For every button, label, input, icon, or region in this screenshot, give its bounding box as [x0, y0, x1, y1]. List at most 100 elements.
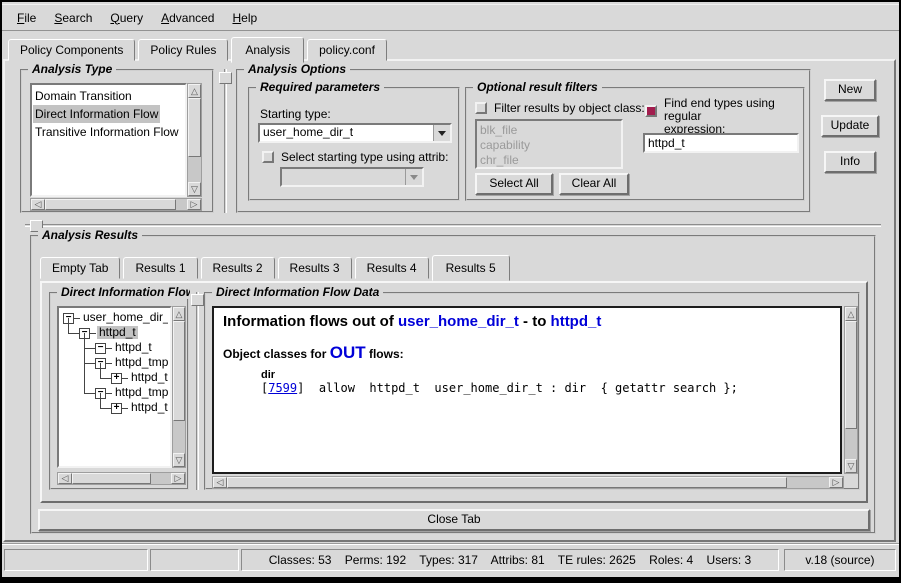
- scrollbar-trough[interactable]: [188, 98, 201, 182]
- menu-item-advanced[interactable]: Advanced: [152, 9, 223, 27]
- tree-node-httpd-t[interactable]: httpd_t: [113, 341, 154, 354]
- analysis-type-item-domain-transition[interactable]: Domain Transition: [33, 87, 134, 105]
- object-class-item-chr-file: chr_file: [478, 153, 521, 168]
- analysis-type-listbox[interactable]: Domain TransitionDirect Information Flow…: [30, 83, 187, 197]
- results-tab-results-2[interactable]: Results 2: [201, 257, 275, 279]
- flow-data-hscrollbar[interactable]: ◁ ▷: [212, 476, 844, 489]
- flow-data-vscrollbar[interactable]: △ ▽: [844, 306, 858, 474]
- rule-number-link[interactable]: 7599: [268, 381, 297, 395]
- scrollbar-trough[interactable]: [45, 199, 187, 210]
- scrollbar-thumb[interactable]: [845, 321, 857, 429]
- tab-policy-conf[interactable]: policy.conf: [307, 39, 387, 61]
- info-button[interactable]: Info: [824, 151, 876, 173]
- close-tab-button[interactable]: Close Tab: [38, 509, 870, 531]
- scroll-down-icon[interactable]: ▽: [845, 459, 857, 473]
- scroll-right-icon[interactable]: ▷: [829, 477, 843, 488]
- flow-tree-hscrollbar[interactable]: ◁ ▷: [57, 472, 186, 485]
- analysis-type-hscrollbar[interactable]: ◁ ▷: [30, 198, 202, 211]
- scrollbar-trough[interactable]: [72, 473, 171, 484]
- tree-node-user-home-dir-t[interactable]: user_home_dir_t: [81, 311, 168, 324]
- menu-item-query[interactable]: Query: [101, 9, 152, 27]
- tree-connector: [100, 378, 111, 379]
- pane-sash-horizontal[interactable]: [25, 221, 881, 229]
- results-tab-results-5[interactable]: Results 5: [432, 255, 510, 281]
- tree-node-httpd-tmp-t[interactable]: httpd_tmp_t: [113, 356, 168, 369]
- scroll-up-icon[interactable]: △: [845, 307, 857, 321]
- flow-classes-suffix: flows:: [366, 347, 404, 361]
- results-tab-empty-tab[interactable]: Empty Tab: [40, 257, 120, 279]
- scroll-left-icon[interactable]: ◁: [213, 477, 227, 488]
- scroll-up-icon[interactable]: △: [188, 84, 201, 98]
- results-panel: Direct Information Flow Tree −user_home_…: [40, 281, 868, 503]
- pane-sash-vertical[interactable]: [221, 69, 229, 213]
- flow-tree-vscrollbar[interactable]: △ ▽: [172, 306, 186, 468]
- regex-checkbox[interactable]: [645, 105, 657, 117]
- status-bar: Classes: 53 Perms: 192 Types: 317 Attrib…: [2, 543, 899, 574]
- results-sash-vertical[interactable]: [193, 292, 201, 490]
- analysis-type-vscrollbar[interactable]: △ ▽: [187, 83, 202, 197]
- menu-item-search[interactable]: Search: [45, 9, 101, 27]
- object-class-checkbox-label: Filter results by object class:: [494, 101, 645, 115]
- flow-source-type: user_home_dir_t: [398, 313, 519, 330]
- sash-line: [25, 224, 881, 227]
- menu-item-help[interactable]: Help: [223, 9, 266, 27]
- tree-node-httpd-t[interactable]: httpd_t: [97, 326, 138, 339]
- tree-node-httpd-tmpfs-t[interactable]: httpd_tmpfs_t: [113, 386, 168, 399]
- sash-handle[interactable]: [219, 72, 232, 84]
- scroll-right-icon[interactable]: ▷: [171, 473, 185, 484]
- tree-node-httpd-t[interactable]: httpd_t: [129, 371, 168, 384]
- tree-connector: [100, 408, 111, 409]
- results-tab-results-1[interactable]: Results 1: [123, 257, 197, 279]
- status-policy-stats: Classes: 53 Perms: 192 Types: 317 Attrib…: [241, 549, 779, 571]
- tree-expand-icon[interactable]: +: [111, 373, 122, 384]
- tab-analysis[interactable]: Analysis: [231, 37, 304, 63]
- scrollbar-trough[interactable]: [173, 321, 185, 453]
- tree-node-httpd-t[interactable]: httpd_t: [129, 401, 168, 414]
- menu-item-file[interactable]: File: [8, 9, 45, 27]
- update-button[interactable]: Update: [821, 115, 879, 137]
- scroll-left-icon[interactable]: ◁: [31, 199, 45, 210]
- flow-direction: OUT: [330, 343, 366, 362]
- scrollbar-thumb[interactable]: [72, 473, 151, 484]
- tree-connector: [74, 318, 80, 319]
- sash-line: [224, 69, 227, 213]
- scrollbar-trough[interactable]: [845, 321, 857, 459]
- scroll-up-icon[interactable]: △: [173, 307, 185, 321]
- analysis-type-title: Analysis Type: [28, 62, 116, 76]
- scroll-left-icon[interactable]: ◁: [58, 473, 72, 484]
- scroll-down-icon[interactable]: ▽: [188, 182, 201, 196]
- scrollbar-thumb[interactable]: [227, 477, 787, 488]
- analysis-type-item-transitive-information-flow[interactable]: Transitive Information Flow: [33, 123, 181, 141]
- tree-expand-icon[interactable]: +: [111, 403, 122, 414]
- clear-all-button[interactable]: Clear All: [559, 173, 629, 195]
- scrollbar-trough[interactable]: [227, 477, 829, 488]
- tree-collapse-icon[interactable]: −: [95, 343, 106, 354]
- new-button[interactable]: New: [824, 79, 876, 101]
- chevron-down-icon[interactable]: [433, 125, 450, 141]
- starting-type-combobox[interactable]: user_home_dir_t: [258, 123, 452, 143]
- scroll-down-icon[interactable]: ▽: [173, 453, 185, 467]
- object-class-filter-checkbox[interactable]: [475, 102, 487, 114]
- scroll-right-icon[interactable]: ▷: [187, 199, 201, 210]
- tab-policy-rules[interactable]: Policy Rules: [138, 39, 228, 61]
- tab-policy-components[interactable]: Policy Components: [8, 39, 135, 61]
- results-tab-results-3[interactable]: Results 3: [278, 257, 352, 279]
- analysis-type-item-direct-information-flow[interactable]: Direct Information Flow: [33, 105, 160, 123]
- results-tab-results-4[interactable]: Results 4: [355, 257, 429, 279]
- sash-handle[interactable]: [191, 294, 204, 306]
- flow-data-text[interactable]: Information flows out of user_home_dir_t…: [212, 306, 842, 474]
- scrollbar-thumb[interactable]: [188, 98, 201, 157]
- status-policy-version: v.18 (source): [784, 549, 896, 571]
- regex-input[interactable]: httpd_t: [643, 133, 799, 153]
- attrib-checkbox[interactable]: [262, 151, 274, 163]
- object-class-listbox[interactable]: blk_filecapabilitychr_file: [475, 119, 623, 169]
- scrollbar-thumb[interactable]: [45, 199, 176, 210]
- flow-tree[interactable]: −user_home_dir_t−httpd_t−httpd_t−httpd_t…: [57, 306, 172, 468]
- optional-filters-frame: Optional result filters Filter results b…: [465, 87, 805, 201]
- chevron-down-icon[interactable]: [405, 169, 422, 185]
- attrib-combobox[interactable]: [280, 167, 424, 187]
- attrib-checkbox-label: Select starting type using attrib:: [281, 150, 448, 164]
- tree-connector: [106, 363, 112, 364]
- scrollbar-thumb[interactable]: [173, 321, 185, 421]
- select-all-button[interactable]: Select All: [475, 173, 553, 195]
